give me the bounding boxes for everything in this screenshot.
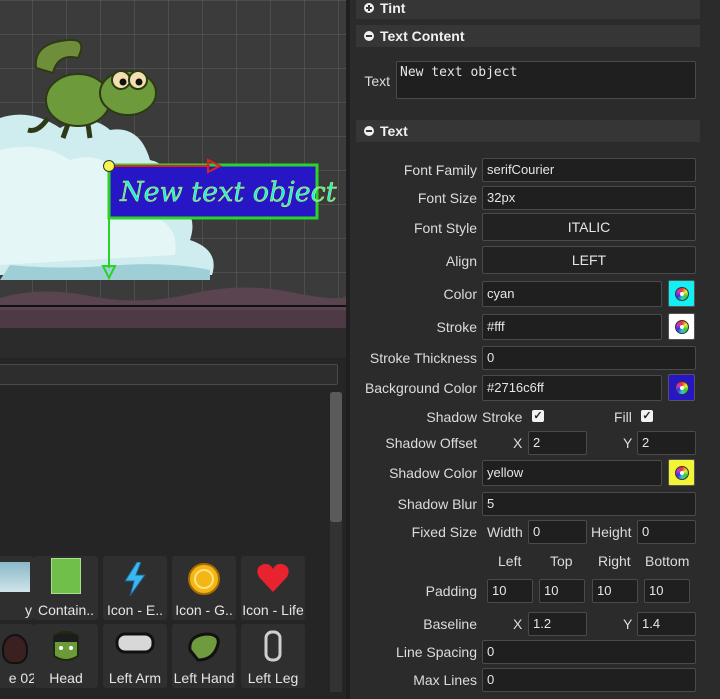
shadow-offset-x-input[interactable]: 2 [528,431,587,455]
fixed-size-label: Fixed Size [411,524,477,540]
asset-browser: y Contain.. Icon - E.. Icon - G.. Icon -… [0,358,346,699]
asset-tile[interactable]: e 02 [0,624,34,688]
color-wheel-icon [675,381,689,395]
baseline-x-label: X [513,616,523,632]
text-content-input[interactable] [396,61,696,99]
text-object-label: New text object [119,177,337,208]
stroke-thickness-label: Stroke Thickness [369,350,477,366]
padding-label: Padding [425,583,477,599]
color-wheel-icon [675,287,689,301]
container-image [51,558,81,594]
scene-canvas: New text object [0,38,346,328]
background-color-input[interactable]: #2716c6ff [482,375,662,401]
padding-right-header: Right [598,553,631,569]
shadow-color-swatch[interactable] [668,459,695,486]
align-button[interactable]: LEFT [482,246,696,274]
background-color-swatch[interactable] [668,374,695,401]
collapse-icon [364,126,374,136]
color-label: Color [443,286,477,302]
asset-tile[interactable]: Icon - E.. [103,556,167,620]
properties-panel: Tint Text Content Text Text Font Family … [350,0,720,699]
shadow-fill-checkbox[interactable]: ✓ [641,410,653,422]
shadow-blur-label: Shadow Blur [397,496,477,512]
section-text-content-header[interactable]: Text Content [356,25,700,47]
padding-right-input[interactable]: 10 [592,579,638,603]
asset-tile[interactable]: Left Hand [172,624,236,688]
width-input[interactable]: 0 [528,520,587,544]
height-input[interactable]: 0 [637,520,696,544]
shadow-color-input[interactable]: yellow [482,460,662,486]
padding-left-header: Left [498,553,522,569]
dragon-image [27,38,157,139]
asset-search-input[interactable] [0,364,338,385]
monster-image [2,634,28,664]
color-swatch[interactable] [668,280,695,307]
scene-viewport[interactable]: New text object [0,0,346,328]
font-family-label: Font Family [403,162,477,178]
asset-tile[interactable]: Icon - Life [241,556,305,620]
asset-tile[interactable]: Left Arm [103,624,167,688]
shadow-stroke-checkbox[interactable]: ✓ [532,410,544,422]
font-family-input[interactable]: serifCourier [482,158,696,182]
lightning-icon [124,562,146,596]
padding-bottom-header: Bottom [645,553,690,569]
shadow-offset-y-label: Y [623,435,633,451]
baseline-x-input[interactable]: 1.2 [528,612,587,636]
width-label: Width [487,524,523,540]
baseline-y-label: Y [623,616,633,632]
sky-image [0,562,30,592]
line-spacing-input[interactable]: 0 [482,640,696,664]
line-spacing-label: Line Spacing [396,644,477,660]
section-text-header[interactable]: Text [356,120,700,142]
background-color-label: Background Color [364,380,477,396]
shadow-fill-label: Fill [614,409,632,425]
origin-handle [103,160,115,172]
section-tint-header[interactable]: Tint [356,0,700,19]
height-label: Height [591,524,632,540]
stroke-label: Stroke [436,319,477,335]
shadow-offset-y-input[interactable]: 2 [637,431,696,455]
leg-image [264,630,282,662]
font-style-button[interactable]: ITALIC [482,213,696,241]
expand-icon [364,3,374,13]
asset-tile[interactable]: Head [34,624,98,688]
font-size-label: Font Size [417,190,477,206]
font-style-label: Font Style [413,220,477,236]
asset-tile[interactable]: y [0,556,34,620]
gold-coin-icon [188,563,220,595]
text-label: Text [364,73,390,89]
asset-tile[interactable]: Contain.. [34,556,98,620]
stroke-swatch[interactable] [668,313,695,340]
color-wheel-icon [675,320,689,334]
shadow-offset-label: Shadow Offset [385,435,477,451]
asset-scroll-thumb[interactable] [330,392,342,522]
align-label: Align [445,253,477,269]
padding-left-input[interactable]: 10 [487,579,533,603]
max-lines-input[interactable]: 0 [482,668,696,692]
stroke-input[interactable]: #fff [482,314,662,340]
shadow-offset-x-label: X [513,435,523,451]
arm-image [115,632,155,654]
font-size-input[interactable]: 32px [482,186,696,210]
asset-tile[interactable]: Icon - G.. [172,556,236,620]
max-lines-label: Max Lines [413,672,477,688]
head-image [53,631,79,661]
shadow-color-label: Shadow Color [389,465,477,481]
color-wheel-icon [675,466,689,480]
stroke-thickness-input[interactable]: 0 [482,346,696,370]
asset-tile[interactable]: Left Leg [241,624,305,688]
hand-image [188,632,220,662]
heart-icon [257,563,289,592]
shadow-blur-input[interactable]: 5 [482,492,696,516]
padding-bottom-input[interactable]: 10 [644,579,690,603]
shadow-label: Shadow [426,409,477,425]
shadow-stroke-label: Stroke [482,409,523,425]
baseline-label: Baseline [423,616,477,632]
baseline-y-input[interactable]: 1.4 [637,612,696,636]
padding-top-header: Top [550,553,573,569]
color-input[interactable]: cyan [482,281,662,307]
padding-top-input[interactable]: 10 [539,579,585,603]
collapse-icon [364,31,374,41]
